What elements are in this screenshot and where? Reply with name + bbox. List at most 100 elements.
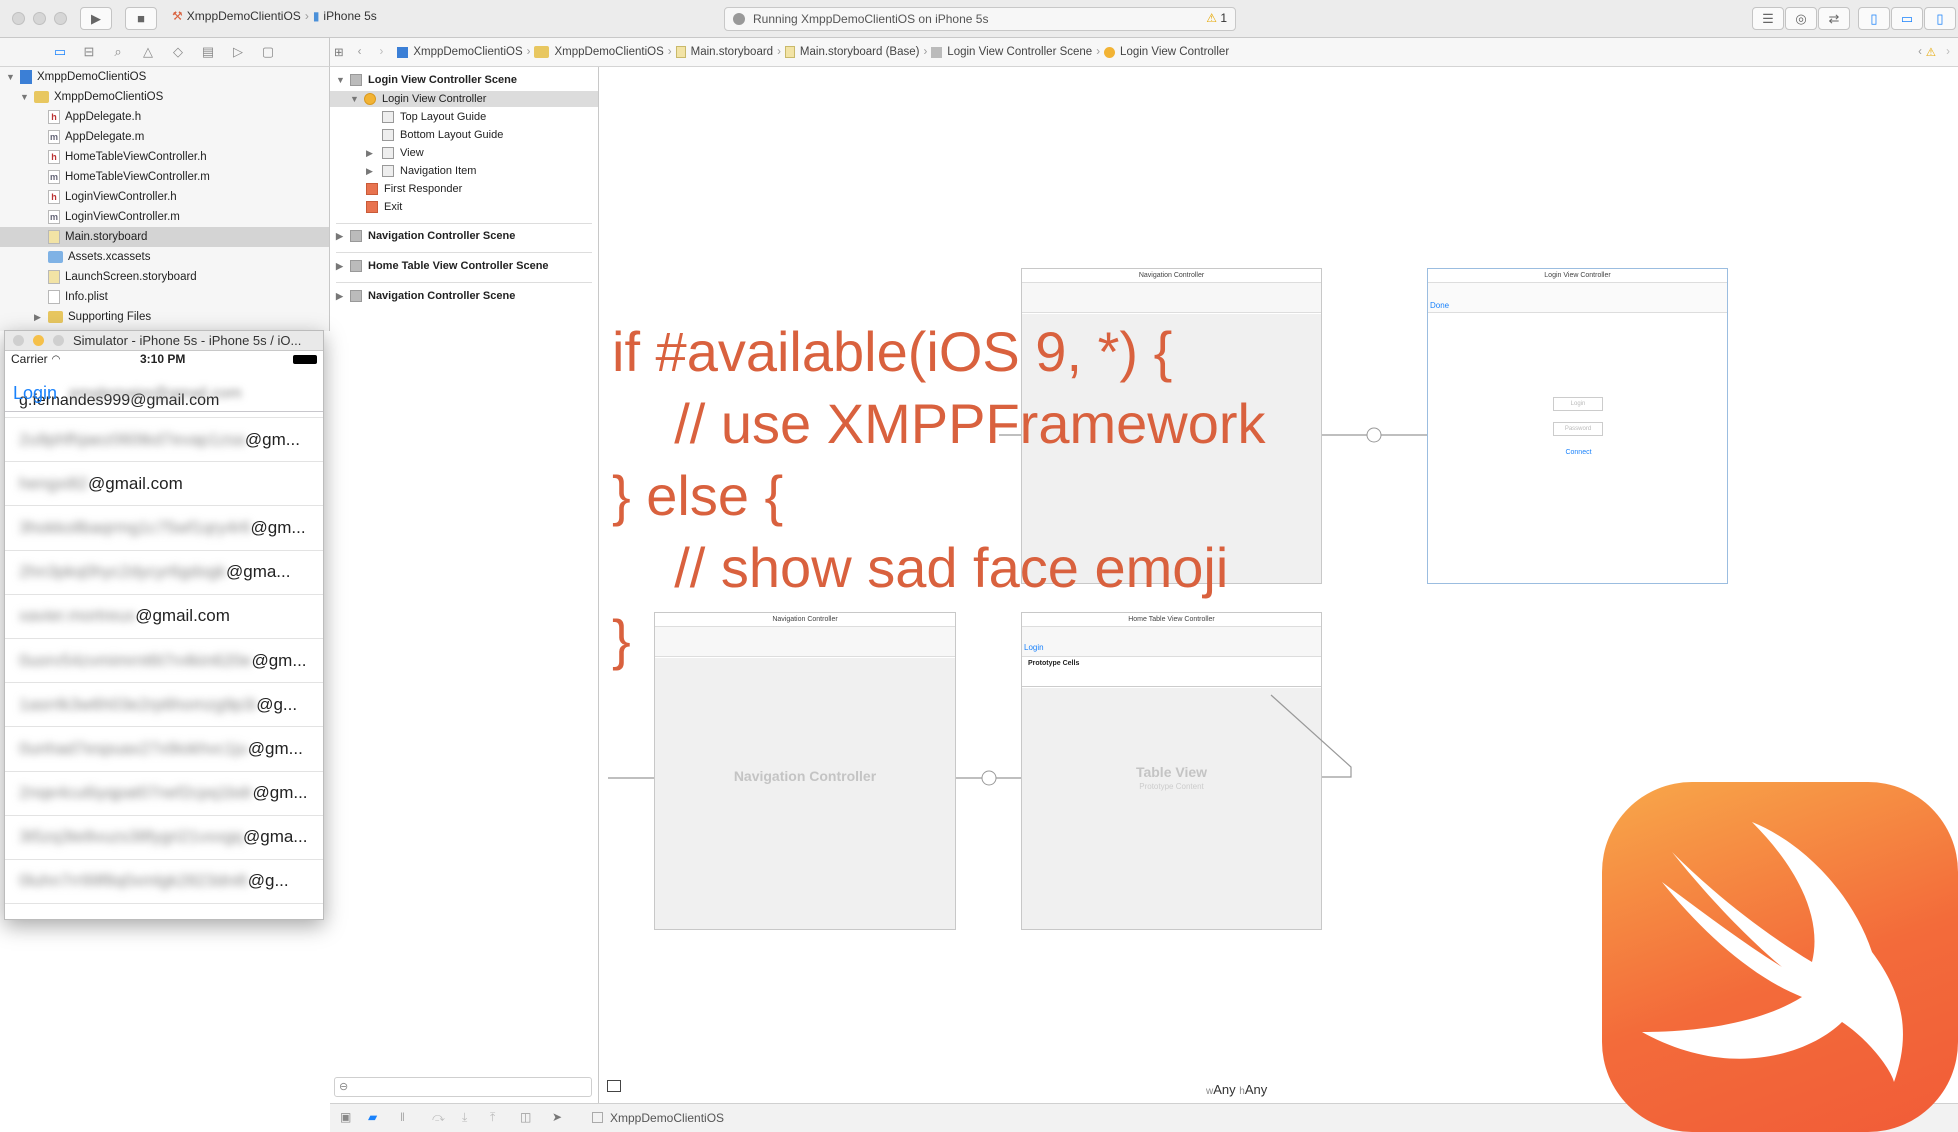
breadcrumb-item[interactable]: Login View Controller — [1120, 46, 1229, 58]
folder-icon[interactable]: ▭ — [52, 44, 68, 60]
breadcrumb-item[interactable]: Main.storyboard — [691, 46, 773, 58]
report-icon[interactable]: ▢ — [260, 44, 276, 60]
tree-item-file[interactable]: Info.plist — [48, 287, 108, 307]
list-item[interactable]: 3t5zq3te8vuzs38fygri21vxxgq @gma... — [5, 816, 323, 860]
zoom-window-button[interactable] — [54, 12, 67, 25]
outline-scene-nav1[interactable]: ▶ Navigation Controller Scene — [336, 227, 515, 245]
size-class-indicator[interactable]: wAny hAny — [1206, 1082, 1267, 1097]
warning-icon[interactable]: ⚠ — [1926, 45, 1936, 59]
outline-scene-login[interactable]: ▼ Login View Controller Scene — [336, 71, 517, 89]
outline-scene-home[interactable]: ▶ Home Table View Controller Scene — [336, 257, 549, 275]
forward-icon[interactable]: › — [379, 46, 383, 58]
outline-view[interactable]: ▶ View — [366, 144, 424, 162]
disclosure-down-icon[interactable]: ▼ — [350, 90, 364, 108]
disclosure-right-icon[interactable]: ▶ — [366, 144, 382, 162]
tree-item-file[interactable]: m LoginViewController.m — [48, 207, 180, 227]
tree-item-file-selected[interactable]: Main.storyboard — [48, 227, 147, 247]
outline-top-guide[interactable]: Top Layout Guide — [382, 108, 486, 126]
tree-item-file[interactable]: h HomeTableViewController.h — [48, 147, 207, 167]
back-icon[interactable]: ‹ — [1918, 46, 1922, 58]
simulator-window[interactable]: Simulator - iPhone 5s - iPhone 5s / iO..… — [4, 330, 324, 920]
list-item[interactable]: 2hn3pkq0hyc2dycyr6gdogk @gma... — [5, 551, 323, 595]
tree-item-file[interactable]: m AppDelegate.m — [48, 127, 144, 147]
search-icon[interactable]: ⌕ — [110, 44, 126, 60]
outline-bottom-guide[interactable]: Bottom Layout Guide — [382, 126, 503, 144]
scene-login-view-controller[interactable]: Login View Controller Done Login Passwor… — [1427, 268, 1728, 584]
zoom-window-button[interactable] — [53, 335, 64, 346]
list-item[interactable]: hengxi82 @gmail.com — [5, 462, 323, 507]
breadcrumb-item[interactable]: XmppDemoClientiOS — [554, 46, 663, 58]
standard-editor-button[interactable]: ☰ — [1752, 7, 1784, 30]
connect-button[interactable]: Connect — [1428, 449, 1729, 456]
back-icon[interactable]: ‹ — [358, 46, 362, 58]
password-text-field[interactable]: Password — [1553, 422, 1603, 436]
outline-filter-field[interactable]: ⊖ — [334, 1077, 592, 1097]
version-editor-button[interactable]: ⇄ — [1818, 7, 1850, 30]
disclosure-right-icon[interactable]: ▶ — [366, 162, 382, 180]
close-window-button[interactable] — [12, 12, 25, 25]
outline-scene-nav2[interactable]: ▶ Navigation Controller Scene — [336, 287, 515, 305]
step-out-icon[interactable]: ⤒ — [490, 1110, 495, 1125]
done-button[interactable]: Done — [1430, 301, 1449, 310]
step-over-icon[interactable]: ⤼ — [432, 1110, 445, 1125]
disclosure-down-icon[interactable]: ▼ — [20, 87, 34, 107]
list-item[interactable]: 0luhn7rr99f8q0xmlgk2823dni6 @g... — [5, 860, 323, 905]
list-item[interactable]: 2nqe4cu6iyqpat07nef2cpq1bdr @gm... — [5, 772, 323, 816]
disclosure-right-icon[interactable]: ▶ — [336, 227, 350, 245]
grid-icon[interactable]: ⊞ — [334, 45, 344, 59]
breakpoints-icon[interactable]: ▰ — [368, 1110, 377, 1124]
breadcrumb-item[interactable]: XmppDemoClientiOS — [413, 46, 522, 58]
tree-item-group[interactable]: ▼ XmppDemoClientiOS — [20, 87, 163, 107]
close-window-button[interactable] — [13, 335, 24, 346]
assistant-editor-button[interactable]: ◎ — [1785, 7, 1817, 30]
minimize-window-button[interactable] — [33, 12, 46, 25]
contacts-list[interactable]: g.fernandes999@gmail.com 2u9phfhjaez060t… — [5, 392, 323, 905]
stop-button[interactable]: ■ — [125, 7, 157, 30]
pause-icon[interactable]: ‖ — [400, 1110, 405, 1124]
run-button[interactable]: ▶ — [80, 7, 112, 30]
tree-item-group[interactable]: ▶ Supporting Files — [34, 307, 151, 327]
toggle-navigator-button[interactable]: ▯ — [1858, 7, 1890, 30]
toggle-debug-button[interactable]: ▭ — [1891, 7, 1923, 30]
outline-login-vc[interactable]: ▼ Login View Controller — [350, 90, 486, 108]
login-text-field[interactable]: Login — [1553, 397, 1603, 411]
disclosure-down-icon[interactable]: ▼ — [336, 71, 350, 89]
tree-item-file[interactable]: LaunchScreen.storyboard — [48, 267, 197, 287]
breadcrumb-item[interactable]: Login View Controller Scene — [947, 46, 1092, 58]
disclosure-right-icon[interactable]: ▶ — [336, 287, 350, 305]
tree-item-project[interactable]: ▼ XmppDemoClientiOS — [6, 67, 146, 87]
list-item[interactable]: xavier.mortreux @gmail.com — [5, 595, 323, 639]
list-item[interactable]: 0uorv54zvmimrnt6t7n4kin620e @gm... — [5, 639, 323, 684]
step-in-icon[interactable]: ⤓ — [462, 1110, 467, 1125]
warning-badge[interactable]: ⚠ 1 — [1206, 11, 1227, 25]
breadcrumb-item[interactable]: Main.storyboard (Base) — [800, 46, 920, 58]
tree-item-file[interactable]: h LoginViewController.h — [48, 187, 177, 207]
list-item[interactable]: 1asrrlk3w6h03e2rp6homzg9p3i @g... — [5, 683, 323, 728]
disclosure-right-icon[interactable]: ▶ — [34, 307, 48, 327]
outline-toggle-icon[interactable] — [607, 1080, 621, 1092]
list-item[interactable]: 2u9phfhjaez060tkd7evap1zsa @gm... — [5, 418, 323, 463]
outline-nav-item[interactable]: ▶ Navigation Item — [366, 162, 476, 180]
tree-item-file[interactable]: h AppDelegate.h — [48, 107, 141, 127]
symbol-icon[interactable]: ⊟ — [81, 44, 97, 60]
disclosure-right-icon[interactable]: ▶ — [336, 257, 350, 275]
disclosure-down-icon[interactable]: ▼ — [6, 67, 20, 87]
view-debug-icon[interactable]: ◫ — [520, 1110, 531, 1124]
tree-item-file[interactable]: Assets.xcassets — [48, 247, 150, 267]
hide-debug-icon[interactable]: ▣ — [340, 1110, 351, 1124]
outline-exit[interactable]: Exit — [366, 198, 402, 216]
test-icon[interactable]: ◇ — [170, 44, 186, 60]
tree-item-file[interactable]: m HomeTableViewController.m — [48, 167, 210, 187]
minimize-window-button[interactable] — [33, 335, 44, 346]
list-item[interactable]: 3hokkollbaqrmg1c75wf1qry4r6 @gm... — [5, 506, 323, 551]
forward-icon[interactable]: › — [1946, 46, 1950, 58]
outline-first-responder[interactable]: First Responder — [366, 180, 462, 198]
login-nav-button[interactable]: Login — [13, 383, 57, 404]
list-item[interactable]: 0unhad7espuax27x9iokhvc1ju @gm... — [5, 727, 323, 772]
warning-icon[interactable]: △ — [140, 44, 156, 60]
breakpoint-icon[interactable]: ▷ — [230, 44, 246, 60]
toggle-utilities-button[interactable]: ▯ — [1924, 7, 1956, 30]
scheme-selector[interactable]: ⚒ XmppDemoClientiOS › ▮ iPhone 5s — [172, 9, 377, 23]
location-icon[interactable]: ➤ — [552, 1110, 562, 1124]
debug-icon[interactable]: ▤ — [200, 44, 216, 60]
